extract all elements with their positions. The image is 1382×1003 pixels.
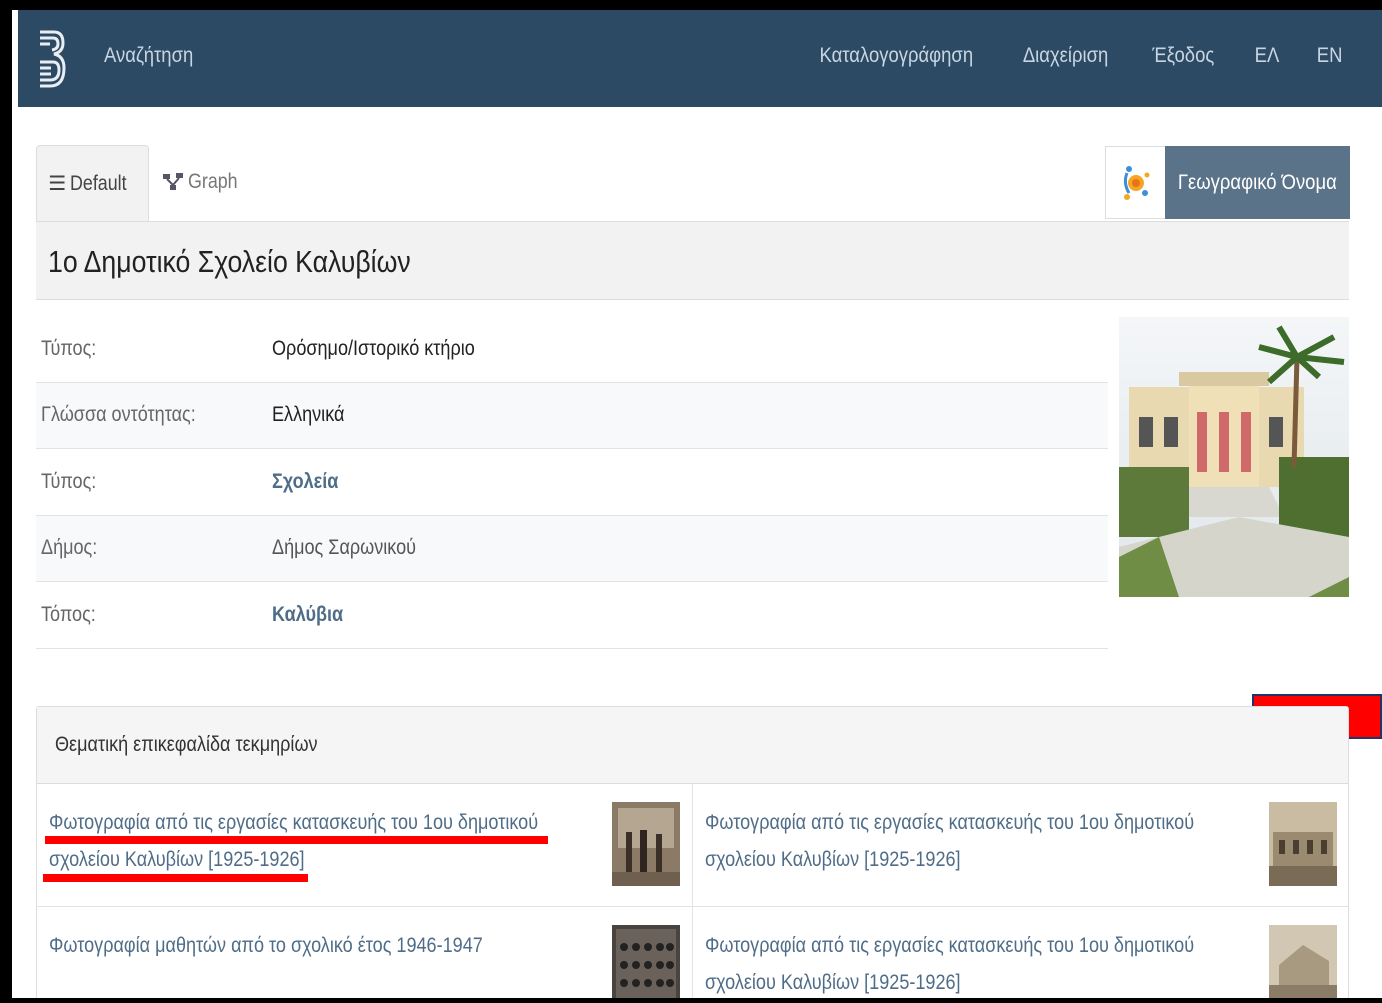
- document-thumbnail[interactable]: [612, 925, 680, 998]
- tab-graph-label: Graph: [188, 170, 238, 193]
- tab-graph[interactable]: Graph: [162, 170, 246, 194]
- property-value-link[interactable]: Σχολεία: [272, 470, 349, 494]
- property-value: Δήμος Σαρωνικού: [272, 536, 417, 560]
- red-underline-annotation: [43, 874, 308, 882]
- tab-default-label: Default: [70, 171, 127, 195]
- property-key: Γλώσσα οντότητας:: [41, 403, 196, 427]
- document-item: Φωτογραφία από τις εργασίες κατασκευής τ…: [693, 907, 1349, 998]
- properties-table: Τύπος: Ορόσημο/Ιστορικό κτήριο Γλώσσα ον…: [36, 316, 1108, 649]
- nav-lang-en-link[interactable]: EN: [1317, 44, 1343, 68]
- nav-logout-link[interactable]: Έξοδος: [1153, 44, 1215, 68]
- property-value: Ορόσημο/Ιστορικό κτήριο: [272, 336, 475, 360]
- document-link[interactable]: Φωτογραφία από τις εργασίες κατασκευής τ…: [705, 927, 1245, 998]
- red-underline-annotation: [45, 836, 548, 844]
- document-thumbnail[interactable]: [612, 802, 680, 886]
- property-key: Δήμος:: [41, 536, 98, 560]
- logo-icon[interactable]: [36, 28, 66, 90]
- geo-name-group: Γεωγραφικό Όνομα: [1105, 146, 1350, 219]
- entity-title-bar: 1ο Δημοτικό Σχολείο Καλυβίων: [36, 221, 1349, 300]
- property-row: Δήμος: Δήμος Σαρωνικού: [36, 515, 1108, 582]
- property-key: Τύπος:: [41, 469, 97, 493]
- nav-management-link[interactable]: Διαχείριση: [1023, 44, 1108, 68]
- nav-menu: Καταλογογράφηση Διαχείριση Έξοδος ΕΛ EN: [809, 44, 1344, 68]
- document-link[interactable]: Φωτογραφία μαθητών από το σχολικό έτος 1…: [49, 927, 589, 964]
- top-navbar: Αναζήτηση Καταλογογράφηση Διαχείριση Έξο…: [18, 10, 1382, 107]
- document-item: Φωτογραφία μαθητών από το σχολικό έτος 1…: [37, 907, 693, 998]
- property-row: Τόπος: Καλύβια: [36, 582, 1108, 649]
- page-frame: Αναζήτηση Καταλογογράφηση Διαχείριση Έξο…: [12, 10, 1382, 998]
- thematic-heading-panel: Θεματική επικεφαλίδα τεκμηρίων Φωτογραφί…: [36, 706, 1349, 998]
- property-value: Ελληνικά: [272, 403, 345, 427]
- list-icon: ☰: [48, 173, 67, 195]
- school-building-photo[interactable]: [1119, 317, 1349, 597]
- geo-network-icon: [1123, 165, 1149, 200]
- nav-search-link[interactable]: Αναζήτηση: [104, 44, 193, 68]
- property-key: Τόπος:: [41, 602, 96, 626]
- geo-name-label: Γεωγραφικό Όνομα: [1178, 170, 1337, 194]
- property-row: Τύπος: Σχολεία: [36, 449, 1108, 516]
- graph-icon: [163, 173, 183, 190]
- page-title: 1ο Δημοτικό Σχολείο Καλυβίων: [48, 244, 411, 279]
- documents-grid: Φωτογραφία από τις εργασίες κατασκευής τ…: [37, 784, 1349, 998]
- property-key: Τύπος:: [41, 336, 97, 360]
- property-row: Γλώσσα οντότητας: Ελληνικά: [36, 382, 1108, 449]
- document-link[interactable]: Φωτογραφία από τις εργασίες κατασκευής τ…: [705, 804, 1245, 878]
- document-item: Φωτογραφία από τις εργασίες κατασκευής τ…: [37, 784, 693, 907]
- nav-cataloguing-link[interactable]: Καταλογογράφηση: [819, 44, 973, 68]
- panel-heading: Θεματική επικεφαλίδα τεκμηρίων: [37, 707, 1348, 784]
- tab-default[interactable]: ☰ Default: [36, 145, 149, 221]
- property-row: Τύπος: Ορόσημο/Ιστορικό κτήριο: [36, 316, 1108, 383]
- geo-icon-button[interactable]: [1105, 146, 1165, 219]
- document-item: Φωτογραφία από τις εργασίες κατασκευής τ…: [693, 784, 1349, 907]
- document-thumbnail[interactable]: [1269, 925, 1337, 998]
- nav-lang-el-link[interactable]: ΕΛ: [1254, 44, 1279, 68]
- document-thumbnail[interactable]: [1269, 802, 1337, 886]
- property-value-link[interactable]: Καλύβια: [272, 603, 355, 627]
- geo-name-button[interactable]: Γεωγραφικό Όνομα: [1165, 146, 1350, 219]
